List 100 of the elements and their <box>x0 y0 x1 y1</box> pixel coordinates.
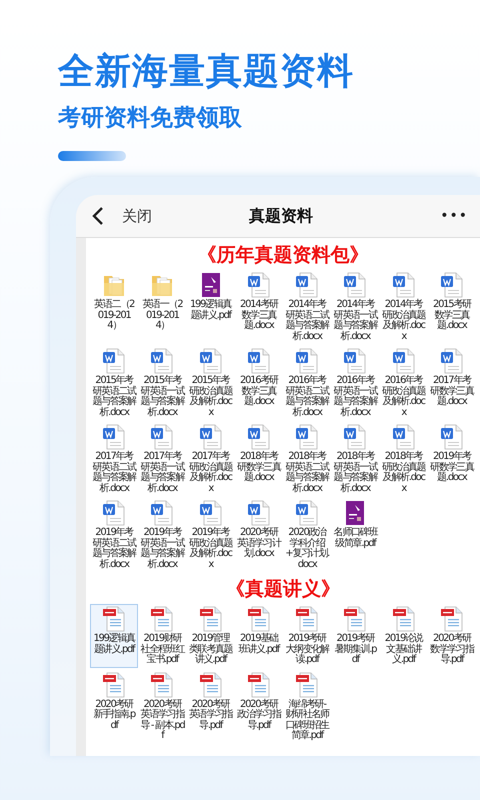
file-item[interactable]: 2019管理类联考真题讲义.pdf <box>186 604 235 668</box>
accent-bar <box>58 151 126 161</box>
file-item[interactable]: 2017年考研数学三真题.docx <box>428 346 476 420</box>
word-document-icon <box>198 500 224 526</box>
word-document-icon <box>149 500 176 526</box>
file-item[interactable]: 2018年考研英语一试题与答案解析.docx <box>331 422 380 496</box>
file-item[interactable]: 2019考研暑期集训.pdf <box>331 604 380 668</box>
screen-title: 真题资料 <box>248 206 314 226</box>
file-name: 2015年考研英语一试题与答案解析.docx <box>140 376 184 418</box>
word-document-icon <box>438 272 465 298</box>
file-item[interactable]: 2014年考研政治真题及解析.docx <box>380 270 428 344</box>
file-item[interactable]: 名师口碑班级简章.pdf <box>331 498 380 572</box>
file-item[interactable]: 2020考研政治学习指导.pdf <box>234 670 283 744</box>
word-document-icon <box>390 424 417 450</box>
word-document-icon <box>246 500 272 526</box>
file-item[interactable]: 2020考研英语学习指导.pdf <box>186 670 235 744</box>
file-name: 2018年考研英语一试题与答案解析.docx <box>333 452 378 494</box>
close-button[interactable]: 关闭 <box>92 206 152 226</box>
pdf-document-icon <box>198 606 224 632</box>
file-item[interactable]: 2015年考研英语一试题与答案解析.docx <box>138 346 186 420</box>
file-item[interactable]: 199逻辑真题讲义.pdf <box>90 604 138 668</box>
file-item[interactable]: 2016年考研英语二试题与答案解析.docx <box>283 346 332 420</box>
pdf-document-icon <box>149 672 176 698</box>
file-item[interactable]: 2019年考研数学三真题.docx <box>428 422 476 496</box>
file-name: 2016年考研英语一试题与答案解析.docx <box>333 376 378 418</box>
file-item[interactable]: 2019年考研英语一试题与答案解析.docx <box>138 498 186 572</box>
file-name: 2017年考研数学三真题.docx <box>430 376 474 408</box>
file-item[interactable]: 2020考研数学学习指导.pdf <box>428 604 476 668</box>
word-document-icon <box>198 348 224 374</box>
file-item[interactable]: 2015年考研政治真题及解析.docx <box>186 346 235 420</box>
file-item[interactable]: 2016年考研政治真题及解析.docx <box>380 346 428 420</box>
word-document-icon <box>438 348 465 374</box>
word-document-icon <box>149 424 176 450</box>
word-document-icon <box>101 424 128 450</box>
file-item[interactable]: 2019年考研英语二试题与答案解析.docx <box>90 498 138 572</box>
word-document-icon <box>246 424 272 450</box>
word-document-icon <box>342 272 368 298</box>
pdf-document-icon <box>101 606 128 632</box>
file-name: 2020考研数学学习指导.pdf <box>430 634 474 666</box>
subheadline: 考研资料免费领取 <box>58 104 243 133</box>
word-document-icon <box>198 424 224 450</box>
file-name: 2016考研数学三真题.docx <box>239 376 280 408</box>
file-name: 名师口碑班级简章.pdf <box>333 528 378 549</box>
word-document-icon <box>246 348 272 374</box>
word-document-icon <box>294 500 320 526</box>
file-name: 2019考研暑期集训.pdf <box>334 634 378 666</box>
file-item[interactable]: 2018年考研数学三真题.docx <box>234 422 283 496</box>
file-item[interactable]: 2016年考研英语一试题与答案解析.docx <box>331 346 380 420</box>
file-item[interactable]: 2019考研大纲变化解读.pdf <box>283 604 332 668</box>
file-name: 海绵考研-财研社名师口碑班招生简章.pdf <box>285 700 330 742</box>
pdf-document-icon <box>294 606 320 632</box>
file-name: 2019年考研英语一试题与答案解析.docx <box>140 528 184 570</box>
file-name: 2015年考研政治真题及解析.docx <box>188 376 233 418</box>
file-item[interactable]: 2019财研社全程班红宝书.pdf <box>138 604 186 668</box>
pdf-document-icon <box>198 672 224 698</box>
more-button[interactable]: ••• <box>440 208 468 224</box>
word-document-icon <box>149 348 176 374</box>
file-item[interactable]: 2014年考研英语二试题与答案解析.docx <box>283 270 332 344</box>
word-document-icon <box>390 348 417 374</box>
file-name: 2020考研英语学习指导 - 副本.pdf <box>140 700 184 742</box>
file-name: 2014年考研政治真题及解析.docx <box>382 300 426 342</box>
word-document-icon <box>342 348 368 374</box>
pdf-document-icon <box>246 672 272 698</box>
file-item[interactable]: 2014年考研英语一试题与答案解析.docx <box>331 270 380 344</box>
word-document-icon <box>342 424 368 450</box>
file-name: 2019年考研数学三真题.docx <box>430 452 474 484</box>
word-document-icon <box>246 272 272 298</box>
file-item[interactable]: 海绵考研-财研社名师口碑班招生简章.pdf <box>283 670 332 744</box>
file-item[interactable]: 2017年考研政治真题及解析.docx <box>186 422 235 496</box>
file-item[interactable]: 2020考研新手指南.pdf <box>90 670 138 744</box>
file-item[interactable]: 2019年考研政治真题及解析.docx <box>186 498 235 572</box>
file-item[interactable]: 英语一（2019-2014） <box>138 270 186 344</box>
word-document-icon <box>294 424 320 450</box>
file-item[interactable]: 2017年考研英语二试题与答案解析.docx <box>90 422 138 496</box>
file-name: 英语一（2019-2014） <box>141 300 184 332</box>
word-document-icon <box>438 424 465 450</box>
file-name: 2017年考研英语二试题与答案解析.docx <box>92 452 136 494</box>
file-item[interactable]: 2016考研数学三真题.docx <box>234 346 283 420</box>
file-item[interactable]: 2017年考研英语一试题与答案解析.docx <box>138 422 186 496</box>
pdf-document-icon <box>101 672 128 698</box>
file-name: 2020考研政治学习指导.pdf <box>236 700 281 731</box>
file-name: 2016年考研政治真题及解析.docx <box>382 376 426 418</box>
file-name: 2019考研大纲变化解读.pdf <box>285 634 330 666</box>
file-item[interactable]: 2014考研数学三真题.docx <box>234 270 283 344</box>
pdf-document-icon <box>149 606 176 632</box>
file-item[interactable]: 2015考研数学三真题.docx <box>428 270 476 344</box>
file-item[interactable]: 2020考研英语学习指导 - 副本.pdf <box>138 670 186 744</box>
file-item[interactable]: 2019论说文基础讲义.pdf <box>380 604 428 668</box>
file-item[interactable]: 2018年考研政治真题及解析.docx <box>380 422 428 496</box>
file-item[interactable]: 2020考研英语学习计划.docx <box>234 498 283 572</box>
file-name: 2020考研新手指南.pdf <box>92 700 136 731</box>
file-name: 2019基础班讲义.pdf <box>238 634 281 655</box>
file-item[interactable]: 2015年考研英语二试题与答案解析.docx <box>90 346 138 420</box>
section-title: 《历年真题资料包》 <box>196 243 370 268</box>
file-item[interactable]: 199逻辑真题讲义.pdf <box>186 270 235 344</box>
file-item[interactable]: 2018年考研英语二试题与答案解析.docx <box>283 422 332 496</box>
file-item[interactable]: 英语二（2019-2014） <box>90 270 138 344</box>
file-item[interactable]: 2019基础班讲义.pdf <box>234 604 283 668</box>
file-item[interactable]: 2020政治学科介绍+复习计划.docx <box>283 498 332 572</box>
section-title: 《真题讲义》 <box>225 577 341 602</box>
